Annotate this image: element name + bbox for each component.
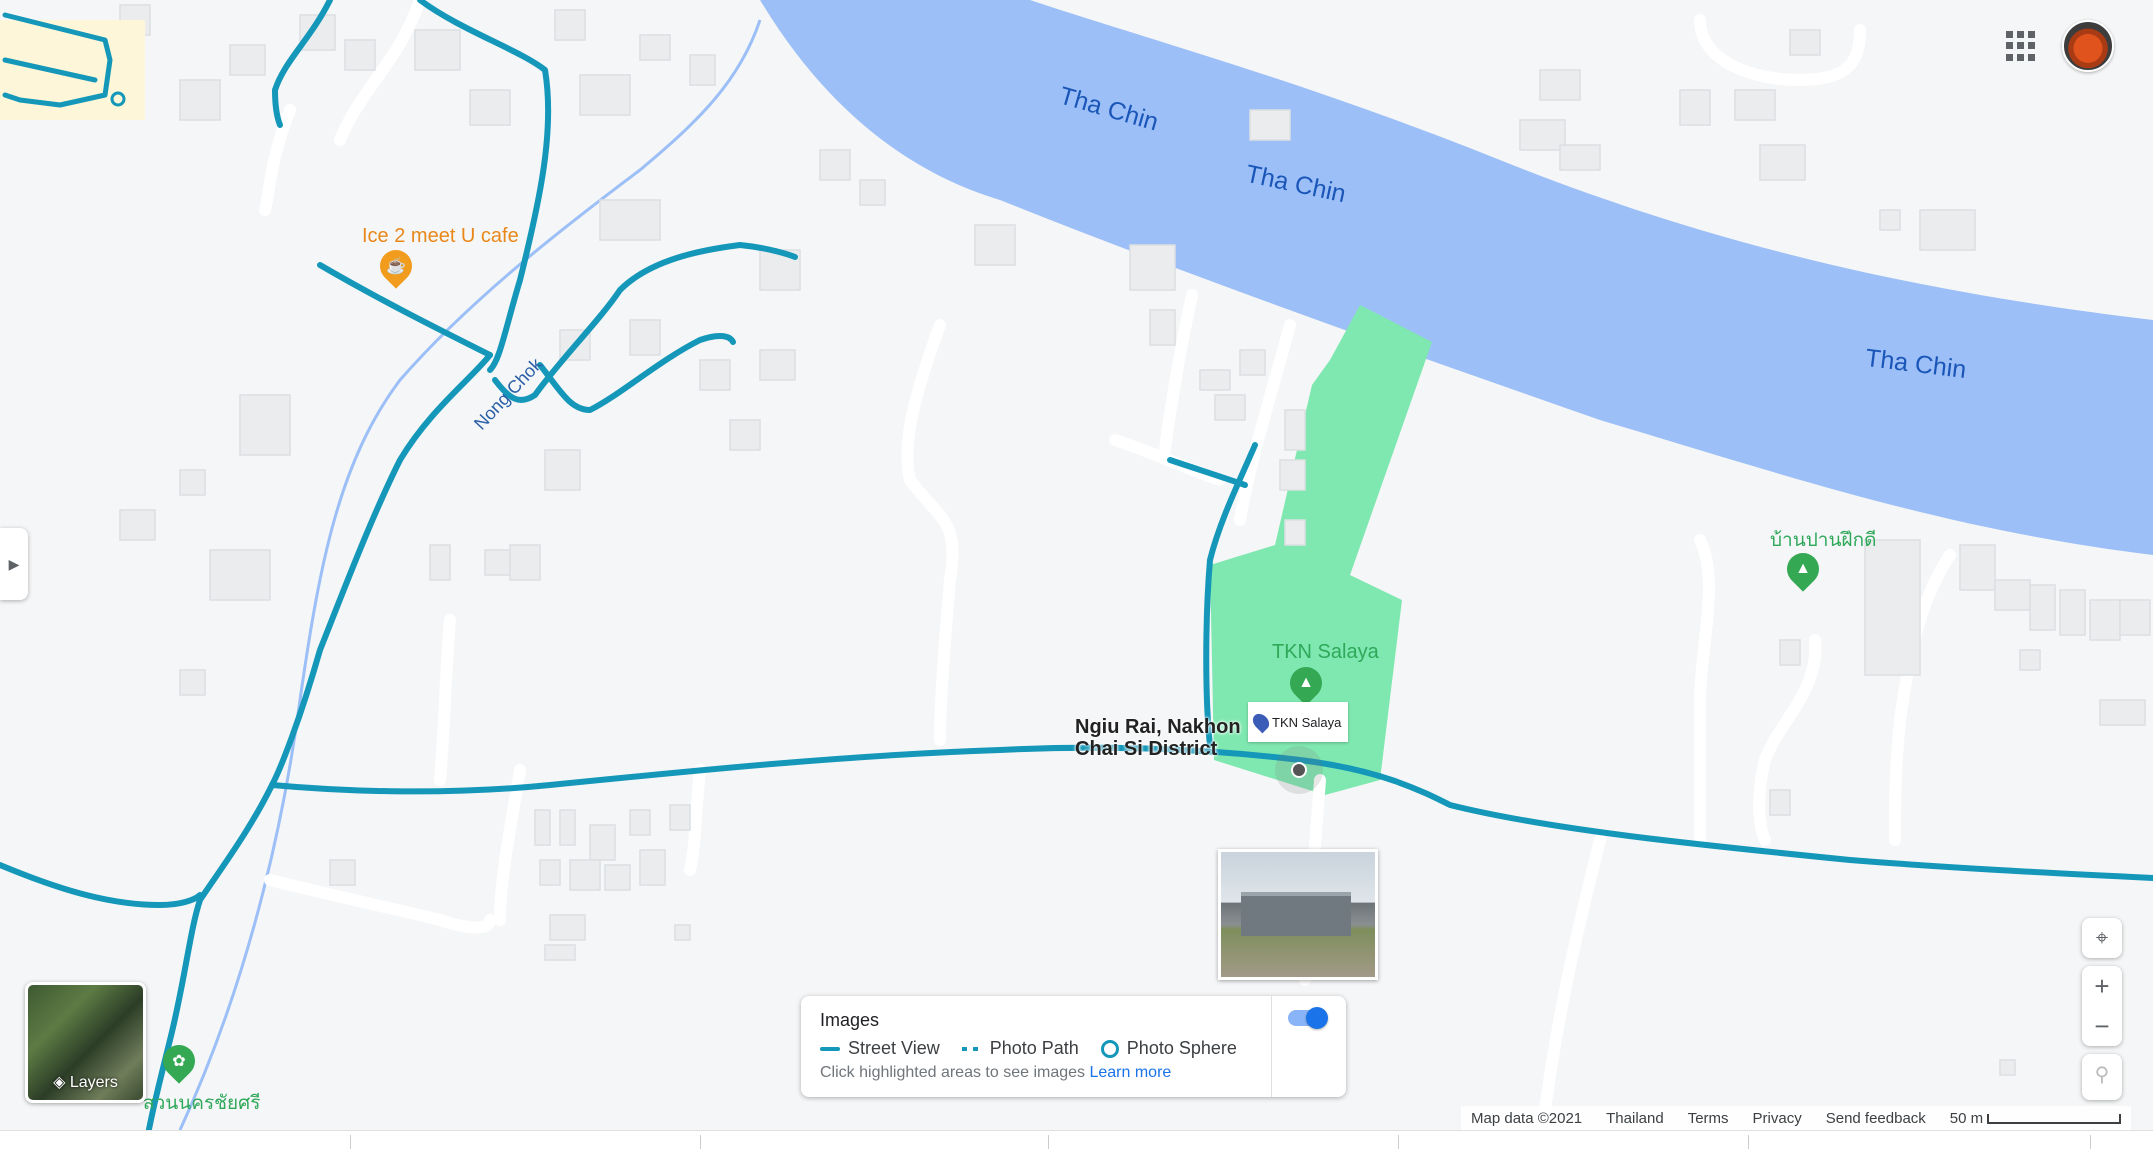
street-view-line-icon bbox=[820, 1046, 840, 1051]
street-view-thumbnail[interactable] bbox=[1218, 849, 1378, 980]
locality-line: Chai Si District bbox=[1075, 738, 1218, 760]
legend-street-view: Street View bbox=[848, 1038, 940, 1058]
thai-place-label[interactable]: สวนนครชัยศรี bbox=[143, 1088, 260, 1118]
terms-link[interactable]: Terms bbox=[1688, 1110, 1729, 1127]
images-panel-title: Images bbox=[820, 1010, 880, 1030]
park-label[interactable]: TKN Salaya bbox=[1272, 641, 1379, 664]
map-pin-icon bbox=[1249, 710, 1273, 734]
scale-indicator[interactable]: 50 m bbox=[1949, 1109, 2122, 1127]
pegman-button[interactable]: ⚲ bbox=[2082, 1054, 2122, 1100]
legend-photo-sphere: Photo Sphere bbox=[1126, 1038, 1237, 1058]
cafe-pin-icon[interactable]: ☕ bbox=[373, 243, 419, 289]
bottom-strip bbox=[0, 1130, 2153, 1152]
zoom-in-button[interactable]: + bbox=[2082, 966, 2122, 1006]
photo-sphere-icon bbox=[1100, 1039, 1119, 1058]
crosshair-icon: ⌖ bbox=[2095, 925, 2109, 950]
account-avatar[interactable] bbox=[2062, 20, 2114, 72]
thai-place-label[interactable]: บ้านปานฝึกดี bbox=[1770, 525, 1876, 555]
photo-path-icon bbox=[961, 1046, 982, 1051]
learn-more-link[interactable]: Learn more bbox=[1089, 1064, 1171, 1081]
privacy-link[interactable]: Privacy bbox=[1753, 1110, 1802, 1127]
zoom-out-button[interactable]: − bbox=[2082, 1006, 2122, 1046]
send-feedback-link[interactable]: Send feedback bbox=[1826, 1110, 1926, 1127]
garden-pin-icon[interactable]: ✿ bbox=[156, 1038, 202, 1084]
zoom-controls: + − bbox=[2082, 966, 2122, 1046]
apps-grid-icon[interactable] bbox=[2006, 31, 2036, 61]
scale-bar bbox=[1987, 1113, 2122, 1124]
map-canvas[interactable] bbox=[0, 0, 2153, 1151]
images-panel: Images Street View Photo Path Photo Sphe… bbox=[801, 996, 1346, 1097]
cafe-label[interactable]: Ice 2 meet U cafe bbox=[362, 225, 519, 248]
images-hint: Click highlighted areas to see images Le… bbox=[820, 1064, 1171, 1082]
map-data-attribution: Map data ©2021 bbox=[1471, 1109, 1583, 1127]
images-legend: Street View Photo Path Photo Sphere bbox=[820, 1038, 1237, 1059]
layers-button[interactable]: ◈ Layers bbox=[25, 982, 146, 1103]
chevron-right-icon: ▶ bbox=[8, 555, 20, 572]
images-toggle[interactable] bbox=[1288, 1007, 1328, 1029]
locality-label: Ngiu Rai, Nakhon Chai Si District bbox=[1075, 716, 1241, 760]
layers-icon: ◈ bbox=[53, 1074, 66, 1091]
layers-label: Layers bbox=[69, 1074, 118, 1091]
map-footer: Map data ©2021 Thailand Terms Privacy Se… bbox=[1461, 1106, 2132, 1130]
expand-side-panel-button[interactable]: ▶ bbox=[0, 528, 28, 600]
park-pin-icon[interactable]: ▲ bbox=[1780, 546, 1826, 592]
selected-place-chip[interactable]: TKN Salaya bbox=[1248, 702, 1348, 742]
legend-photo-path: Photo Path bbox=[989, 1038, 1079, 1058]
selected-place-label: TKN Salaya bbox=[1272, 714, 1342, 730]
my-location-button[interactable]: ⌖ bbox=[2082, 918, 2122, 958]
park-pin-icon[interactable]: ▲ bbox=[1283, 660, 1329, 706]
pegman-icon: ⚲ bbox=[2094, 1063, 2110, 1086]
locality-line: Ngiu Rai, Nakhon bbox=[1075, 716, 1241, 738]
country-link[interactable]: Thailand bbox=[1606, 1110, 1664, 1127]
images-hint-text: Click highlighted areas to see images bbox=[820, 1064, 1086, 1081]
scale-label: 50 m bbox=[1949, 1109, 1984, 1127]
